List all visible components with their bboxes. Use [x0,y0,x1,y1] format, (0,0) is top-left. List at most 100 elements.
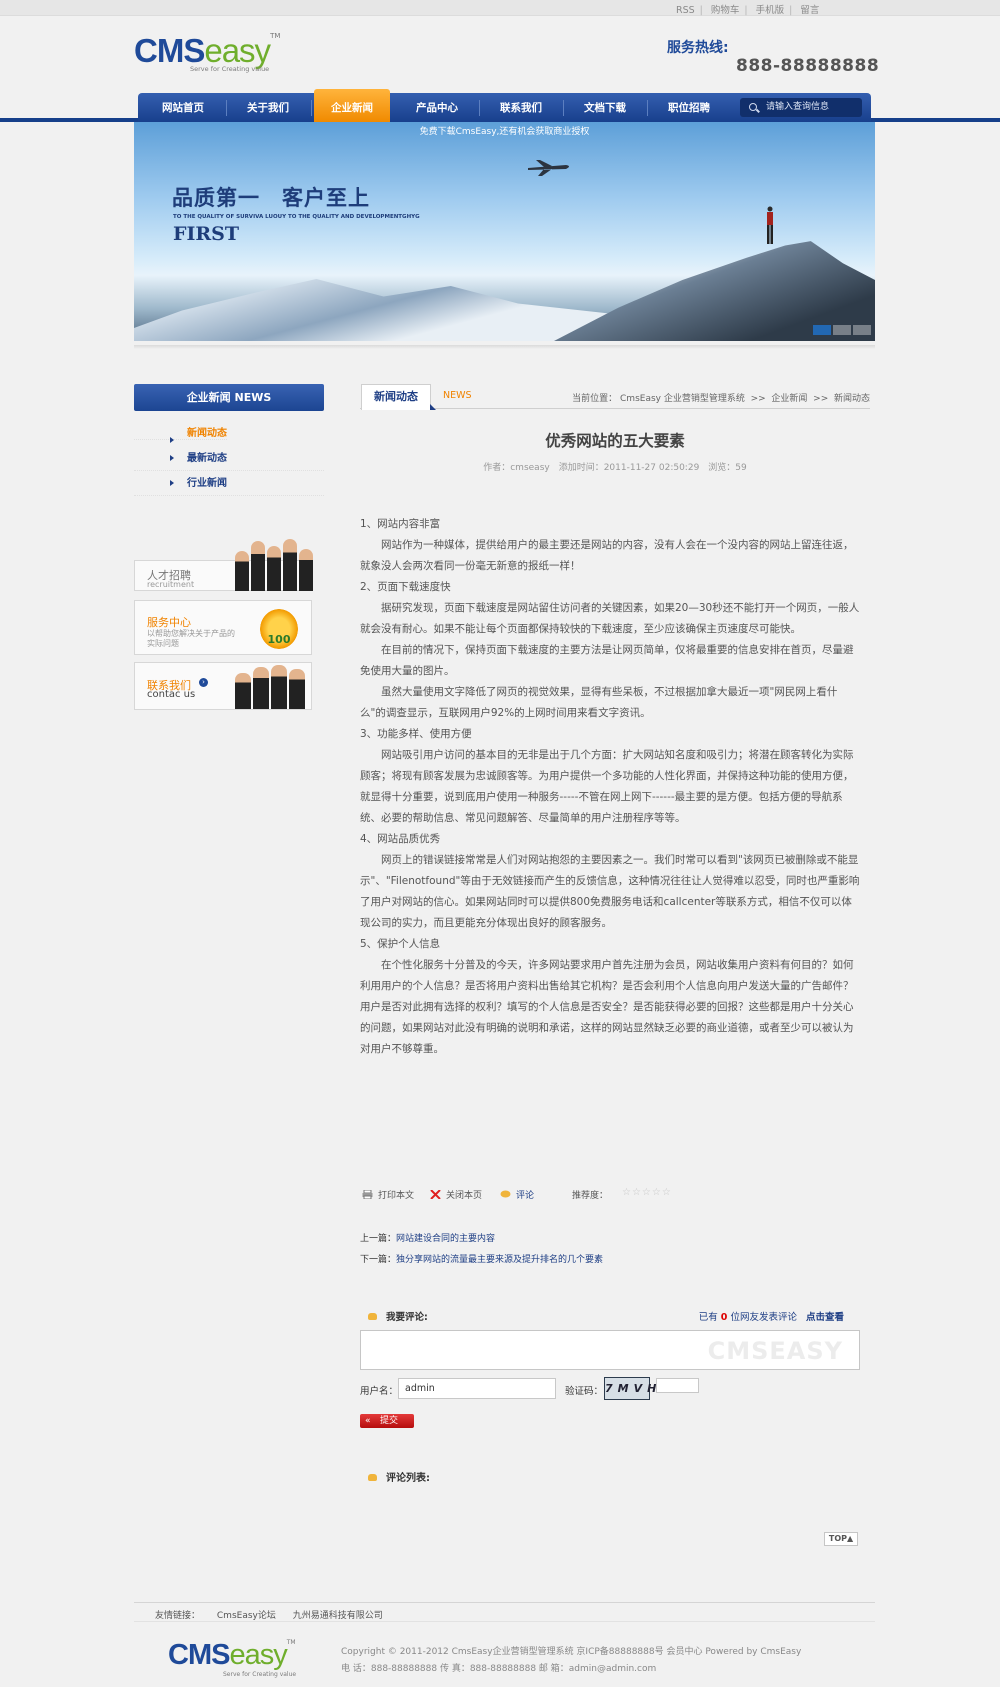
friend-links-label: 友情链接： [155,1611,201,1621]
username-label: 用户名： [360,1386,399,1397]
back-to-top-button[interactable]: TOP▲ [824,1532,858,1546]
footer-divider [134,1621,875,1622]
cart-link[interactable]: 购物车 [711,5,740,16]
comment-button[interactable]: 评论 [500,1188,534,1201]
mobile-link[interactable]: 手机版 [756,5,785,16]
comment-textarea[interactable]: CMSEASY [360,1330,860,1370]
article-tools: 打印本文 关闭本页 评论 推荐度： ☆☆☆☆☆ [362,1187,762,1202]
comment-heading: 我要评论: [386,1312,428,1323]
article-paragraph: 5、保护个人信息 [360,938,441,950]
sidebar-item-label: 最新动态 [187,453,227,464]
footer-logo[interactable]: CMSeasyTM Serve for Creating value [168,1639,328,1679]
footer-logo-cms-text: CMS [168,1639,230,1671]
nav-item-news[interactable]: 企业新闻 [314,89,390,122]
prev-article-link[interactable]: 网站建设合同的主要内容 [396,1234,495,1244]
close-page-button[interactable]: 关闭本页 [430,1188,482,1201]
comment-count-number: 0 [720,1312,728,1323]
copyright-text: Copyright © 2011-2012 CmsEasy企业营销型管理系统 京… [341,1647,802,1657]
article-paragraph: 1、网站内容非富 [360,518,441,530]
promo-contact[interactable]: 联系我们 contac us › [134,662,312,710]
captcha-image[interactable]: 7MVH [604,1377,656,1400]
count-suffix: 位网友发表评论 [730,1312,797,1323]
top-bar: RSS | 购物车 | 手机版 | 留言 [0,0,1000,16]
hero-banner[interactable]: 免费下载CmsEasy,还有机会获取商业授权 品质第一 客户至上 TO THE … [134,122,875,341]
article-paragraph: 3、功能多样、使用方便 [360,728,472,740]
site-logo[interactable]: CMSeasyTM Serve for Creating value [134,32,294,73]
breadcrumb-news[interactable]: 企业新闻 [771,394,807,404]
search-placeholder: 请输入查询信息 [766,102,830,112]
main-nav: 网站首页 关于我们 企业新闻 产品中心 联系我们 文档下载 职位招聘 请输入查询… [138,89,871,122]
banner-slide-indicators [811,325,871,338]
sidebar-item-label: 行业新闻 [187,478,227,489]
banner-first: FIRST [173,223,240,245]
sidebar-item-industry[interactable]: 行业新闻 [134,471,324,496]
breadcrumb: 当前位置： CmsEasy 企业营销型管理系统 >> 企业新闻 >> 新闻动态 [572,391,870,404]
contact-text: 电 话：888-88888888 传 真：888-88888888 邮 箱：ad… [341,1664,657,1674]
sidebar-menu: 新闻动态 最新动态 行业新闻 [134,421,324,496]
nav-item-downloads[interactable]: 文档下载 [564,93,646,122]
slide-dot[interactable] [853,325,871,335]
rss-link[interactable]: RSS [676,5,695,16]
logo-cms-text: CMS [134,32,205,69]
nav-item-contact[interactable]: 联系我们 [480,93,562,122]
tab-news-updates[interactable]: 新闻动态 [361,384,436,410]
comment-list-header: 评论列表: [368,1469,430,1484]
breadcrumb-label: 当前位置： [572,394,618,404]
promo-recruitment[interactable]: 人才招聘 recruitment [134,539,313,591]
badge-number: 100 [267,633,291,646]
captcha-label: 验证码： [565,1386,604,1397]
nav-item-about[interactable]: 关于我们 [227,93,309,122]
next-article: 下一篇：独分享网站的流量最主要来源及提升排名的几个要素 [360,1252,603,1265]
captcha-input[interactable] [656,1378,699,1393]
comment-count: 已有 0 位网友发表评论 点击查看 [699,1309,844,1323]
nav-item-jobs[interactable]: 职位招聘 [648,93,730,122]
banner-slogan: 品质第一 客户至上 [172,186,370,210]
print-button[interactable]: 打印本文 [362,1188,414,1201]
article-paragraph: 虽然大量使用文字降低了网页的视觉效果，显得有些呆板，不过根据加拿大最近一项"网民… [360,686,838,719]
rating-stars[interactable]: ☆☆☆☆☆ [622,1187,672,1198]
next-article-link[interactable]: 独分享网站的流量最主要来源及提升排名的几个要素 [396,1255,603,1265]
triangle-right-icon [170,437,174,443]
submit-label: 提交 [380,1416,399,1426]
breadcrumb-separator: >> [813,394,829,404]
tab-english-label: NEWS [443,390,472,401]
search-input[interactable]: 请输入查询信息 [740,98,862,117]
breadcrumb-home[interactable]: CmsEasy 企业营销型管理系统 [620,394,745,404]
customer-service-team-image [235,665,307,709]
slide-dot[interactable] [813,325,831,335]
friend-link-company[interactable]: 九州易通科技有限公司 [293,1611,383,1621]
comment-list-heading: 评论列表: [386,1473,430,1484]
double-chevron-left-icon: « [365,1416,371,1426]
climber-icon [767,206,773,244]
breadcrumb-news-updates[interactable]: 新闻动态 [834,394,870,404]
article-paragraph: 网站吸引用户访问的基本目的无非是出于几个方面：扩大网站知名度和吸引力；将潜在顾客… [360,749,854,824]
print-label: 打印本文 [378,1191,415,1201]
slide-dot[interactable] [833,325,851,335]
nav-item-products[interactable]: 产品中心 [396,93,478,122]
view-comments-link[interactable]: 点击查看 [806,1312,844,1323]
content-tabbar: 新闻动态 NEWS 当前位置： CmsEasy 企业营销型管理系统 >> 企业新… [360,383,870,410]
promo-service-center[interactable]: 服务中心 以帮助您解决关于产品的实际问题 100 [134,600,312,655]
username-input[interactable]: admin [398,1378,556,1399]
prev-label: 上一篇： [360,1234,397,1244]
footer-logo-tm: TM [286,1639,296,1646]
comment-form-header: 我要评论: 已有 0 位网友发表评论 点击查看 [368,1309,860,1323]
nav-divider [311,100,312,116]
close-icon [430,1190,441,1199]
nav-item-home[interactable]: 网站首页 [142,93,224,122]
submit-comment-button[interactable]: « 提交 [360,1414,414,1428]
footer-info: Copyright © 2011-2012 CmsEasy企业营销型管理系统 京… [341,1644,801,1678]
banner-notice[interactable]: 免费下载CmsEasy,还有机会获取商业授权 [134,124,875,137]
printer-icon [362,1190,373,1199]
article-paragraph: 在个性化服务十分普及的今天，许多网站要求用户首先注册为会员，网站收集用户资料有何… [360,959,854,1055]
sidebar-item-latest[interactable]: 最新动态 [134,446,324,471]
service-100-badge-icon: 100 [260,609,298,649]
friend-link-forum[interactable]: CmsEasy论坛 [217,1611,276,1621]
guestbook-link[interactable]: 留言 [800,5,819,16]
close-label: 关闭本页 [446,1191,483,1201]
comment-credentials-row: 用户名： admin 验证码： 7MVH [360,1377,860,1400]
sidebar-item-news-updates[interactable]: 新闻动态 [134,428,227,443]
prev-article: 上一篇：网站建设合同的主要内容 [360,1231,495,1244]
sidebar-title: 企业新闻 NEWS [134,384,324,411]
logo-easy-text: easy [204,32,271,69]
